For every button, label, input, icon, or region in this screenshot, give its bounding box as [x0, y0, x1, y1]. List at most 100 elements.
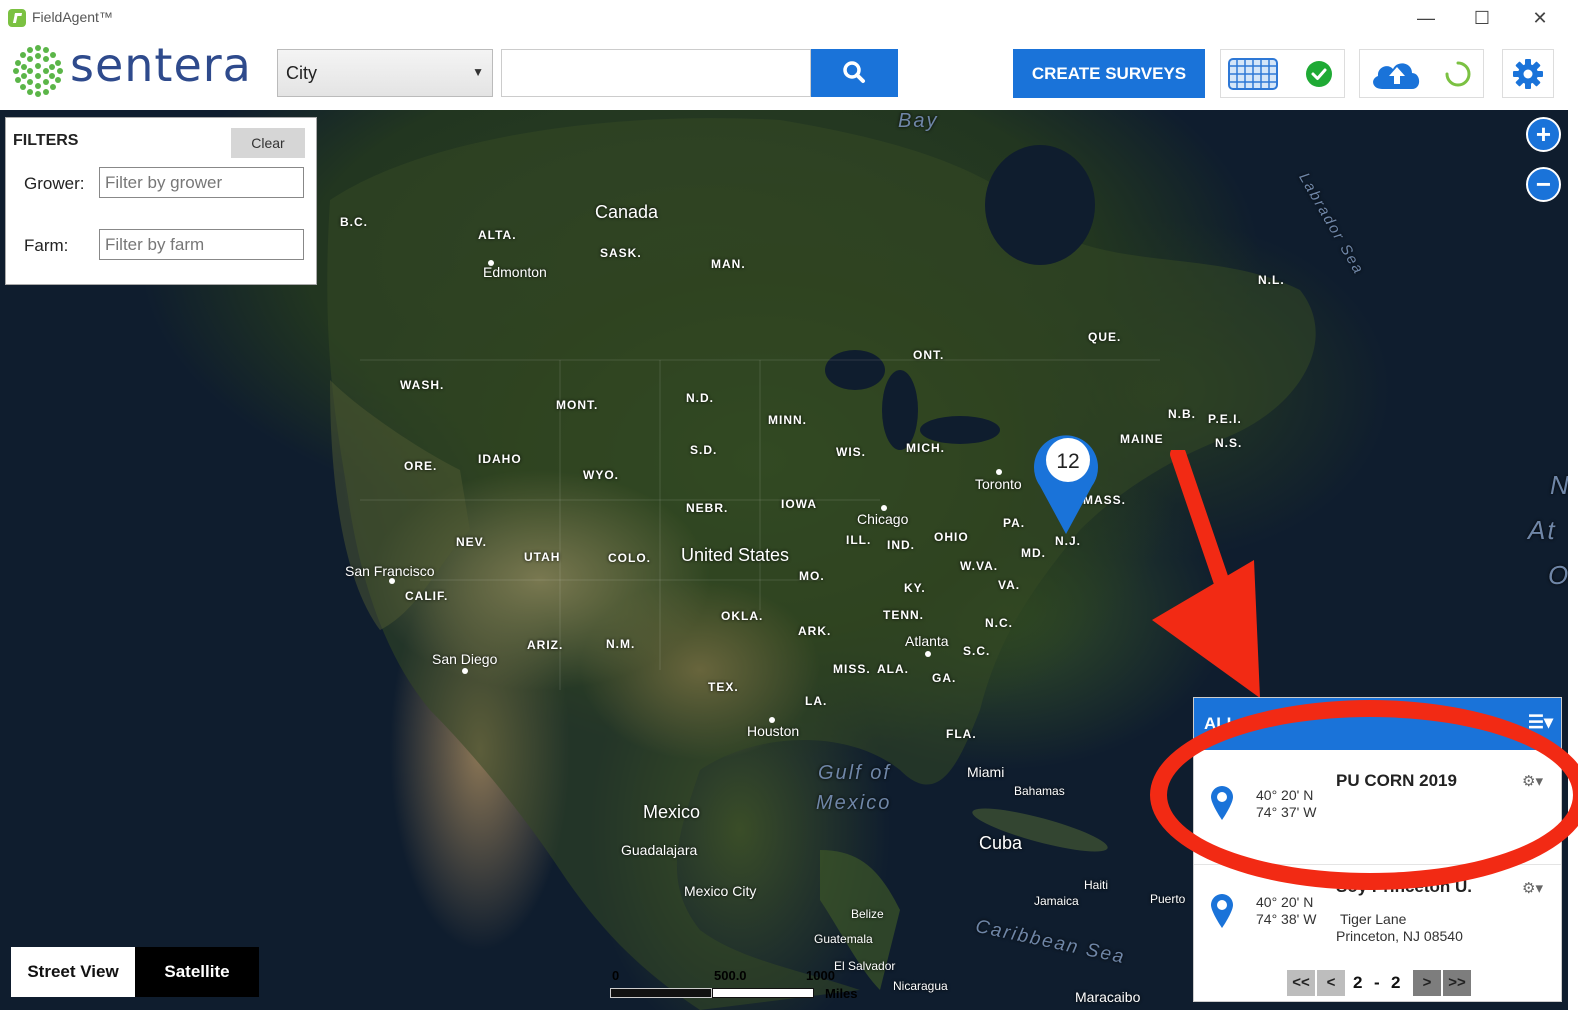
map-label-atlantic-2: At	[1528, 515, 1557, 545]
scale-right: 1000	[806, 968, 835, 983]
map-label-canada: Canada	[595, 202, 659, 222]
field-options-gear-icon[interactable]: ⚙▾	[1522, 772, 1543, 790]
location-type-select[interactable]: City ▼	[277, 49, 493, 97]
sentera-logo-icon	[13, 45, 63, 97]
list-menu-icon[interactable]: ☰▾	[1528, 712, 1553, 733]
first-page-button[interactable]: <<	[1287, 970, 1315, 996]
map-pin-icon	[1211, 894, 1233, 928]
map-label-jamaica: Jamaica	[1034, 894, 1079, 908]
grower-filter-input[interactable]	[99, 167, 304, 198]
map-label-houston: Houston	[747, 723, 800, 739]
map-label-ns: N.S.	[1215, 436, 1243, 450]
zoom-in-button[interactable]: +	[1526, 117, 1561, 152]
map-label-bahamas: Bahamas	[1014, 784, 1065, 798]
map-label-utah: UTAH	[524, 550, 561, 564]
map-label-ill: ILL.	[846, 533, 872, 547]
window-title: FieldAgent™	[32, 9, 113, 25]
map-label-mo: MO.	[799, 569, 825, 583]
map-label-atlanta: Atlanta	[905, 633, 949, 649]
map-label-atlantic-3: O	[1548, 560, 1568, 591]
map-label-ky: KY.	[904, 581, 926, 595]
gear-icon	[1513, 59, 1543, 89]
map-label-nicaragua: Nicaragua	[893, 979, 948, 993]
map-label-el-salvador: El Salvador	[834, 959, 896, 973]
close-button[interactable]: ✕	[1520, 4, 1560, 32]
field-cluster-marker[interactable]: 12	[1030, 426, 1102, 536]
map-view-toggle: Street View Satellite	[11, 947, 259, 997]
map-label-guatemala: Guatemala	[814, 932, 873, 946]
map-label-san-diego: San Diego	[432, 651, 498, 667]
map-label-guadalajara: Guadalajara	[621, 842, 698, 858]
map-label-united-states: United States	[681, 545, 790, 565]
map-label-edmonton: Edmonton	[483, 264, 547, 280]
satellite-view-button[interactable]: Satellite	[135, 947, 259, 997]
map-label-sc: S.C.	[963, 644, 991, 658]
loading-spinner-icon	[1445, 61, 1471, 87]
search-input[interactable]	[501, 49, 811, 97]
map-label-chicago: Chicago	[857, 511, 909, 527]
map-label-calif: CALIF.	[405, 589, 449, 603]
map-label-miami: Miami	[967, 764, 1005, 780]
search-button[interactable]	[811, 49, 898, 97]
map-scale: 0 500.0 1000 Miles	[610, 968, 858, 1001]
map-label-ind: IND.	[887, 538, 915, 552]
field-name: Soy Princeton U.	[1336, 877, 1473, 896]
map-label-sask: SASK.	[600, 246, 642, 260]
map-label-sd: S.D.	[690, 443, 718, 457]
map-label-toronto: Toronto	[975, 476, 1022, 492]
field-options-gear-icon[interactable]: ⚙▾	[1522, 879, 1543, 897]
map-label-ark: ARK.	[798, 624, 832, 638]
map-label-san-francisco: San Francisco	[345, 563, 435, 579]
map-label-belize: Belize	[851, 907, 884, 921]
city-dot	[925, 651, 931, 657]
map-label-miss: MISS.	[833, 662, 871, 676]
farm-filter-input[interactable]	[99, 229, 304, 260]
map-label-ala: ALA.	[877, 662, 909, 676]
minimize-button[interactable]: —	[1406, 4, 1446, 32]
map-label-pa: PA.	[1003, 516, 1026, 530]
map-label-iowa: IOWA	[781, 497, 817, 511]
map-label-mich: MICH.	[906, 441, 945, 455]
farm-label: Farm:	[24, 236, 69, 255]
map-label-mont: MONT.	[556, 398, 599, 412]
map-pin-icon	[1211, 786, 1233, 820]
field-list-panel: ALL F ☰▾ 40° 20' N 74° 37' W PU CORN 201…	[1193, 697, 1562, 1002]
map-label-cuba: Cuba	[979, 833, 1023, 853]
map-label-ont: ONT.	[913, 348, 945, 362]
field-longitude: 74° 37' W	[1256, 804, 1317, 820]
settings-button[interactable]	[1502, 49, 1554, 98]
sync-status-box[interactable]	[1220, 49, 1345, 98]
location-type-value: City	[286, 63, 317, 83]
maximize-button[interactable]: ☐	[1462, 4, 1502, 32]
app-header: sentera City ▼ CREATE SURVEYS	[0, 36, 1578, 110]
prev-page-button[interactable]: <	[1317, 970, 1345, 996]
last-page-button[interactable]: >>	[1443, 970, 1471, 996]
annotation-arrow	[1152, 450, 1260, 698]
create-surveys-button[interactable]: CREATE SURVEYS	[1013, 49, 1205, 98]
upload-status-box[interactable]	[1359, 49, 1484, 98]
clear-filters-button[interactable]: Clear	[231, 128, 305, 158]
map-label-wis: WIS.	[836, 445, 866, 459]
map-label-bc: B.C.	[340, 215, 368, 229]
map-label-okla: OKLA.	[721, 609, 764, 623]
zoom-out-button[interactable]: −	[1526, 167, 1561, 202]
map-label-nb: N.B.	[1168, 407, 1196, 421]
map-label-ga: GA.	[932, 671, 957, 685]
map-label-tex: TEX.	[708, 680, 739, 694]
field-list-item[interactable]: 40° 20' N 74° 38' W Soy Princeton U. Tig…	[1194, 865, 1561, 965]
chevron-down-icon: ▼	[472, 65, 484, 79]
map-label-wyo: WYO.	[583, 468, 619, 482]
map-label-bay: Bay	[898, 110, 939, 132]
city-dot	[996, 469, 1002, 475]
scale-mid: 500.0	[714, 968, 747, 983]
app-logo-icon	[8, 9, 26, 27]
grower-label: Grower:	[24, 174, 85, 193]
map-label-minn: MINN.	[768, 413, 807, 427]
next-page-button[interactable]: >	[1413, 970, 1441, 996]
street-view-button[interactable]: Street View	[11, 947, 135, 997]
field-list-item[interactable]: 40° 20' N 74° 37' W PU CORN 2019 ⚙▾	[1194, 750, 1561, 864]
map-label-nebr: NEBR.	[686, 501, 729, 515]
cloud-upload-icon	[1373, 63, 1420, 89]
checkmark-icon	[1306, 61, 1332, 87]
scale-left: 0	[612, 968, 620, 983]
